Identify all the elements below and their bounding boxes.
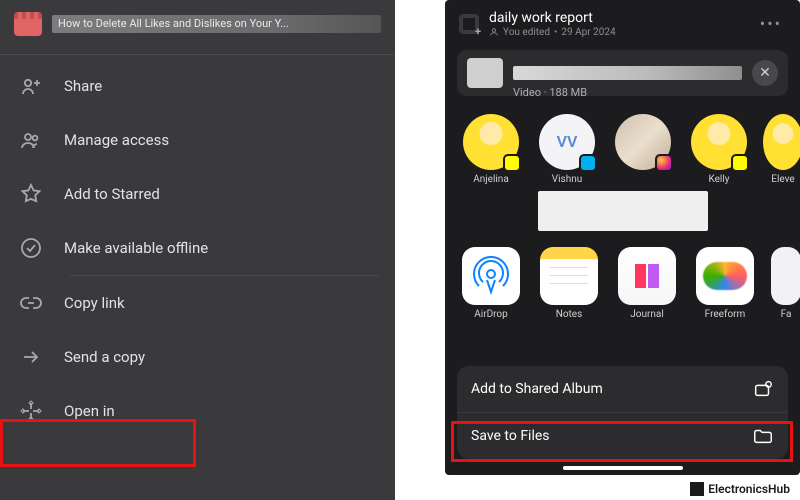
menu-label: Make available offline [64,239,208,257]
watermark: ElectronicsHub [690,482,790,496]
app-icon [771,247,800,305]
shared-album-icon [752,378,774,400]
video-thumbnail-icon [14,12,42,36]
more-icon[interactable]: ••• [756,10,786,37]
menu-label: Copy link [64,294,125,312]
electronicshub-logo-icon [690,482,704,496]
context-document-row[interactable]: daily work report You edited • 29 Apr 20… [445,0,800,46]
app-airdrop[interactable]: AirDrop [459,247,523,320]
action-save-to-files[interactable]: Save to Files [457,412,788,459]
app-freeform[interactable]: Freeform [693,247,757,320]
menu-item-open-in[interactable]: Open in [0,384,395,438]
star-icon [18,181,44,207]
avatar: VV [539,114,595,170]
menu-item-add-starred[interactable]: Add to Starred [0,167,395,221]
menu-item-share[interactable]: Share [0,59,395,113]
menu-label: Manage access [64,131,169,149]
airdrop-icon [462,247,520,305]
sharing-file-card: ✕ Video · 188 MB [457,50,788,96]
app-journal[interactable]: Journal [615,247,679,320]
document-icon [459,14,479,34]
contact-eleve[interactable]: Eleve [763,114,800,185]
action-list: Add to Shared Album Save to Files [457,366,788,459]
redacted-block [538,191,708,231]
avatar [691,114,747,170]
open-in-icon [18,398,44,424]
contact-kelly[interactable]: Kelly [687,114,751,185]
journal-icon [618,247,676,305]
home-indicator [563,466,683,470]
file-title: How to Delete All Likes and Dislikes on … [52,15,381,33]
drive-context-menu: How to Delete All Likes and Dislikes on … [0,0,395,500]
avatar [763,114,800,170]
close-icon[interactable]: ✕ [752,60,778,86]
action-label: Add to Shared Album [471,381,603,397]
menu-item-manage-access[interactable]: Manage access [0,113,395,167]
action-label: Save to Files [471,428,550,444]
menu-label: Share [64,77,102,95]
menu-item-send-copy[interactable]: Send a copy [0,330,395,384]
snapchat-badge-icon [731,154,749,172]
app-more[interactable]: Fa [771,247,800,320]
file-thumbnail [467,58,503,88]
action-add-shared-album[interactable]: Add to Shared Album [457,366,788,412]
menu-label: Add to Starred [64,185,160,203]
folder-icon [752,425,774,447]
instagram-badge-icon [655,154,673,172]
contact-vishnu[interactable]: VV Vishnu [535,114,599,185]
file-meta: Video · 188 MB [513,86,587,99]
menu-item-copy-link[interactable]: Copy link [0,276,395,330]
menu-label: Send a copy [64,348,145,366]
share-icon [18,73,44,99]
menu-label: Open in [64,402,115,420]
document-title: daily work report [489,10,746,27]
notes-icon [540,247,598,305]
group-icon [18,127,44,153]
avatar [615,114,671,170]
contact-redacted[interactable] [611,114,675,185]
contact-anjelina[interactable]: Anjelina [459,114,523,185]
document-subtitle: You edited • 29 Apr 2024 [489,27,746,38]
avatar [463,114,519,170]
skype-badge-icon [579,154,597,172]
send-icon [18,344,44,370]
person-icon [489,27,499,37]
ios-share-sheet: daily work report You edited • 29 Apr 20… [445,0,800,475]
file-header: How to Delete All Likes and Dislikes on … [0,0,395,55]
app-notes[interactable]: Notes [537,247,601,320]
contacts-row: Anjelina VV Vishnu Kelly Eleve [445,106,800,185]
offline-icon [18,235,44,261]
apps-row: AirDrop Notes Journal Freeform Fa [445,241,800,320]
snapchat-badge-icon [503,154,521,172]
file-title [513,66,742,80]
menu-item-offline[interactable]: Make available offline [0,221,395,275]
link-icon [18,290,44,316]
freeform-icon [696,247,754,305]
